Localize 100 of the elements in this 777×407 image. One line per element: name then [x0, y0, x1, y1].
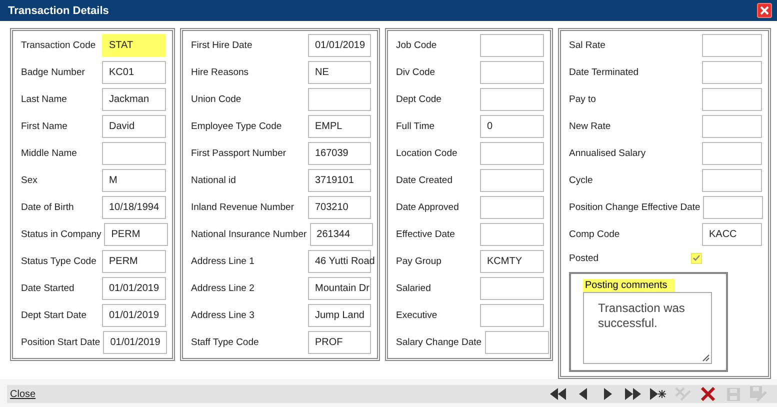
input-field[interactable]: [702, 169, 762, 192]
input-field[interactable]: [480, 304, 544, 327]
close-link[interactable]: Close: [10, 388, 36, 400]
field-label: Union Code: [191, 94, 242, 105]
first-record-icon: [550, 388, 566, 400]
field-label: Effective Date: [396, 229, 455, 240]
field-label: Position Start Date: [21, 337, 100, 348]
comments-text-area[interactable]: Transaction was successful.: [583, 292, 712, 364]
input-field[interactable]: 3719101: [308, 169, 371, 192]
input-field[interactable]: 703210: [308, 196, 371, 219]
field-label: Last Name: [21, 94, 67, 105]
input-field[interactable]: [308, 88, 371, 111]
field-label: Staff Type Code: [191, 337, 259, 348]
field-label: National Insurance Number: [191, 229, 307, 240]
input-field[interactable]: PERM: [102, 250, 166, 273]
input-field[interactable]: [480, 196, 544, 219]
input-field[interactable]: Mountain Dr: [308, 277, 371, 300]
resize-grip-icon: [702, 354, 710, 362]
input-field[interactable]: [703, 196, 764, 219]
next-record-icon: [604, 388, 612, 400]
input-field[interactable]: STAT: [102, 34, 166, 57]
comments-label: Posting comments: [583, 279, 676, 292]
field-label: Status in Company: [21, 229, 102, 240]
posted-checkbox[interactable]: [691, 252, 702, 264]
cancel-edit-icon: [675, 387, 691, 401]
input-field[interactable]: David: [102, 115, 166, 138]
input-field[interactable]: [702, 115, 762, 138]
field-label: Dept Start Date: [21, 310, 86, 321]
input-field[interactable]: EMPL: [308, 115, 371, 138]
input-field[interactable]: [480, 169, 544, 192]
field-label: Transaction Code: [21, 40, 96, 51]
field-label: Date Started: [21, 283, 74, 294]
close-button[interactable]: [757, 3, 772, 18]
field-label: Pay to: [569, 94, 596, 105]
field-label: Employee Type Code: [191, 121, 282, 132]
input-field[interactable]: [480, 223, 544, 246]
field-label: Sal Rate: [569, 40, 606, 51]
input-field[interactable]: M: [102, 169, 166, 192]
field-label: Date Created: [396, 175, 453, 186]
window-title: Transaction Details: [8, 4, 109, 16]
field-label: Position Change Effective Date: [569, 202, 700, 213]
field-label: National id: [191, 175, 236, 186]
input-field[interactable]: 167039: [308, 142, 371, 165]
input-field[interactable]: [702, 34, 762, 57]
field-label: Location Code: [396, 148, 458, 159]
field-label: Date Approved: [396, 202, 459, 213]
input-field[interactable]: PROF: [308, 331, 371, 354]
input-field[interactable]: 01/01/2019: [103, 331, 168, 354]
input-field[interactable]: [480, 34, 544, 57]
input-field[interactable]: [702, 61, 762, 84]
input-field[interactable]: [480, 142, 544, 165]
field-label: Annualised Salary: [569, 148, 646, 159]
input-field[interactable]: 01/01/2019: [102, 304, 166, 327]
input-field[interactable]: 01/01/2019: [308, 34, 371, 57]
field-label: Sex: [21, 175, 38, 186]
previous-record-icon: [579, 388, 587, 400]
input-field[interactable]: [484, 331, 549, 354]
field-label: Status Type Code: [21, 256, 96, 267]
new-record-icon: [650, 388, 666, 400]
input-field[interactable]: PERM: [104, 223, 168, 246]
input-field[interactable]: KCMTY: [480, 250, 544, 273]
input-field[interactable]: [480, 61, 544, 84]
field-label: Pay Group: [396, 256, 442, 267]
field-label: New Rate: [569, 121, 611, 132]
field-label: Date Terminated: [569, 67, 639, 78]
field-label: Inland Revenue Number: [191, 202, 294, 213]
field-label: Date of Birth: [21, 202, 74, 213]
field-label: First Name: [21, 121, 68, 132]
save-icon: [726, 388, 740, 400]
input-field[interactable]: [702, 88, 762, 111]
field-label: Full Time: [396, 121, 435, 132]
input-field[interactable]: [480, 277, 544, 300]
input-field[interactable]: 10/18/1994: [102, 196, 166, 219]
field-label: Job Code: [396, 40, 437, 51]
field-label: First Hire Date: [191, 40, 252, 51]
delete-button[interactable]: [699, 385, 717, 403]
field-label: Address Line 1: [191, 256, 254, 267]
input-field[interactable]: KC01: [102, 61, 166, 84]
input-field[interactable]: Jackman: [102, 88, 166, 111]
input-field[interactable]: [702, 142, 762, 165]
field-label: Cycle: [569, 175, 593, 186]
last-record-icon: [625, 388, 641, 400]
input-field[interactable]: 01/01/2019: [102, 277, 166, 300]
first-record-button[interactable]: [549, 385, 567, 403]
field-label: Address Line 2: [191, 283, 254, 294]
field-label: Middle Name: [21, 148, 77, 159]
new-record-button[interactable]: [649, 385, 667, 403]
field-label: Div Code: [396, 67, 436, 78]
input-field[interactable]: [102, 142, 166, 165]
input-field[interactable]: [480, 88, 544, 111]
field-label: Hire Reasons: [191, 67, 249, 78]
last-record-button[interactable]: [624, 385, 642, 403]
input-field[interactable]: 0: [480, 115, 544, 138]
input-field[interactable]: NE: [308, 61, 371, 84]
input-field[interactable]: 261344: [310, 223, 373, 246]
field-label: Dept Code: [396, 94, 442, 105]
field-label: Salary Change Date: [396, 337, 482, 348]
input-field[interactable]: KACC: [702, 223, 762, 246]
input-field[interactable]: Jump Land: [308, 304, 371, 327]
field-label: Posted: [569, 252, 599, 264]
